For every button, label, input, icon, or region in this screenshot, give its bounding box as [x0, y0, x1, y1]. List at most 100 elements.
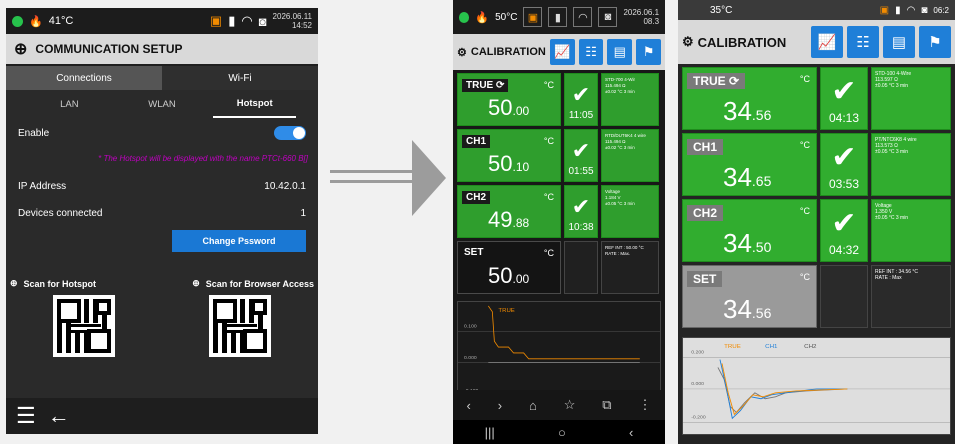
enable-toggle[interactable]: [274, 126, 306, 140]
legend-true: TRUE: [724, 344, 741, 350]
tab-wifi[interactable]: Wi-Fi: [162, 66, 318, 90]
ch2-label: CH2: [687, 205, 724, 221]
true-stable-tile: ✔ 04:13: [820, 67, 868, 130]
status-date: 2026.06.11: [272, 12, 312, 21]
ch2-value: 34.50: [723, 228, 772, 258]
checkmark-icon: ✔: [571, 82, 591, 107]
ch1-value: 50.10: [488, 151, 530, 176]
tick-label: 0.000: [464, 355, 477, 361]
stability-chart-svg: 0.200 0.000 -0.200 TRUE CH1 CH2: [683, 344, 950, 423]
ip-label: IP Address: [18, 180, 67, 192]
recents-icon[interactable]: |||: [485, 425, 495, 440]
heater-icon: ▣: [209, 13, 223, 28]
unit-label: °C: [799, 206, 810, 216]
subtab-hotspot[interactable]: Hotspot: [213, 90, 297, 118]
scan-hotspot-label: Scan for Hotspot: [23, 278, 97, 289]
legend-ch1: CH1: [765, 344, 778, 350]
checkmark-icon: ✔: [831, 75, 857, 108]
stability-chart-svg: 0.100 0.000 -0.100 TRUE: [458, 305, 660, 394]
list-button-icon[interactable]: ☷: [578, 39, 604, 65]
true-reading-tile[interactable]: TRUE ⟳ °C 50.00: [457, 73, 561, 126]
stability-chart: 0.100 0.000 -0.100 TRUE: [457, 301, 661, 399]
ch1-reading-tile[interactable]: CH1 °C 34.65: [682, 133, 817, 196]
ch2-reading-tile[interactable]: CH2 °C 49.88: [457, 185, 561, 238]
forward-chevron-icon[interactable]: ›: [498, 398, 502, 413]
stable-time: 04:13: [828, 111, 860, 125]
screen-button-icon[interactable]: ▤: [883, 26, 915, 58]
probe-icon: ▮: [895, 4, 901, 16]
hotspot-note: * The Hotspot will be displayed with the…: [98, 154, 308, 163]
globe-settings-icon: ⊕: [14, 41, 28, 58]
menu-icon[interactable]: ☰: [16, 403, 36, 429]
graph-button-icon[interactable]: 📈: [811, 26, 843, 58]
ch1-value: 34.65: [723, 162, 772, 192]
back-icon[interactable]: ‹: [629, 425, 633, 440]
status-time: 14:52: [291, 21, 312, 30]
heater-icon: ▣: [523, 7, 543, 27]
arrow-right-icon: [412, 140, 446, 216]
calibration-icon: ⚙: [682, 34, 694, 49]
set-reading-tile[interactable]: SET °C 34.56: [682, 265, 817, 328]
status-date: 2026.06.1: [623, 8, 660, 17]
status-ok-icon: [459, 11, 470, 23]
calibration-header: ⚙ CALIBRATION 📈 ☷ ▤ ⚑: [453, 34, 665, 70]
probe-info: RTD/DUT6K4 4 wire 115.494 Ω ±0.02 °C 3 m…: [605, 133, 646, 150]
report-button-icon[interactable]: ⚑: [919, 26, 951, 58]
graph-button-icon[interactable]: 📈: [549, 39, 575, 65]
page-title: COMMUNICATION SETUP: [35, 42, 183, 56]
set-label: SET: [464, 247, 484, 258]
true-info-tile: STD-100 4-Wire 113.597 Ω ±0.05 °C 3 min: [871, 67, 951, 130]
scan-browser-label: Scan for Browser Access: [205, 278, 314, 289]
status-time: 08.3: [643, 17, 660, 26]
ch2-reading-tile[interactable]: CH2 °C 34.50: [682, 199, 817, 262]
unit-label: °C: [799, 272, 810, 282]
true-reading-tile[interactable]: TRUE ⟳ °C 34.56: [682, 67, 817, 130]
set-label: SET: [687, 271, 723, 287]
ip-value: 10.42.0.1: [264, 180, 306, 192]
tabs-icon[interactable]: ⧉: [602, 397, 611, 413]
calibration-screen-50: 🔥 50°C ▣ ▮ ◠ ◙ 2026.06.1 08.3 ⚙ CALIBRATI…: [453, 0, 665, 444]
arrow-line: [330, 170, 415, 173]
screen-button-icon[interactable]: ▤: [607, 39, 633, 65]
legend-true: TRUE: [498, 308, 514, 314]
stable-time: 01:55: [568, 166, 594, 177]
subtab-lan[interactable]: LAN: [28, 90, 111, 118]
home-icon[interactable]: ⌂: [529, 398, 537, 413]
ch1-label: CH1: [462, 135, 491, 148]
true-value: 50.00: [488, 95, 530, 120]
more-icon[interactable]: ⋮: [638, 397, 651, 413]
ch1-label: CH1: [687, 139, 724, 155]
subtab-wlan[interactable]: WLAN: [121, 90, 204, 118]
tick-label: 0.200: [691, 350, 704, 356]
tick-label: 0.100: [464, 324, 477, 330]
devices-label: Devices connected: [18, 207, 103, 219]
report-button-icon[interactable]: ⚑: [636, 39, 661, 65]
bottom-bar: ☰ ←: [6, 398, 318, 434]
home-circle-icon[interactable]: ○: [558, 425, 566, 440]
ch2-stable-tile: ✔ 04:32: [820, 199, 868, 262]
list-button-icon[interactable]: ☷: [847, 26, 879, 58]
calibration-icon: ⚙: [457, 46, 467, 59]
wifi-icon: ◠: [573, 7, 593, 27]
tab-connections[interactable]: Connections: [6, 66, 162, 90]
stable-time: 10:38: [568, 222, 594, 233]
ch1-reading-tile[interactable]: CH1 °C 50.10: [457, 129, 561, 182]
hotspot-qr-code: [53, 295, 115, 357]
temperature-readout: 50°C: [495, 11, 518, 23]
unit-label: °C: [799, 140, 810, 150]
change-password-button[interactable]: Change Pssword: [172, 230, 306, 252]
stability-chart: 0.200 0.000 -0.200 TRUE CH1 CH2: [682, 337, 951, 435]
ip-row: IP Address 10.42.0.1: [6, 170, 318, 202]
wifi-icon: ◠: [241, 13, 253, 28]
probe-info: Voltage 1.184 V ±0.05 °C 3 min: [605, 189, 635, 206]
star-icon[interactable]: ☆: [564, 397, 576, 413]
back-chevron-icon[interactable]: ‹: [466, 398, 470, 413]
stable-time: 04:32: [828, 243, 860, 257]
globe-icon: ⊕: [192, 278, 200, 288]
set-info-tile: REF INT : 50.00 °C RATE : Max.: [601, 241, 659, 294]
probe-info: PT/NTC6K8 4 wire 113.573 Ω ±0.05 °C 3 mi…: [875, 137, 917, 155]
temperature-readout: 41°C: [48, 15, 74, 27]
ch2-stable-tile: ✔ 10:38: [564, 185, 598, 238]
set-reading-tile[interactable]: SET °C 50.00: [457, 241, 561, 294]
back-arrow-icon[interactable]: ←: [48, 403, 70, 429]
